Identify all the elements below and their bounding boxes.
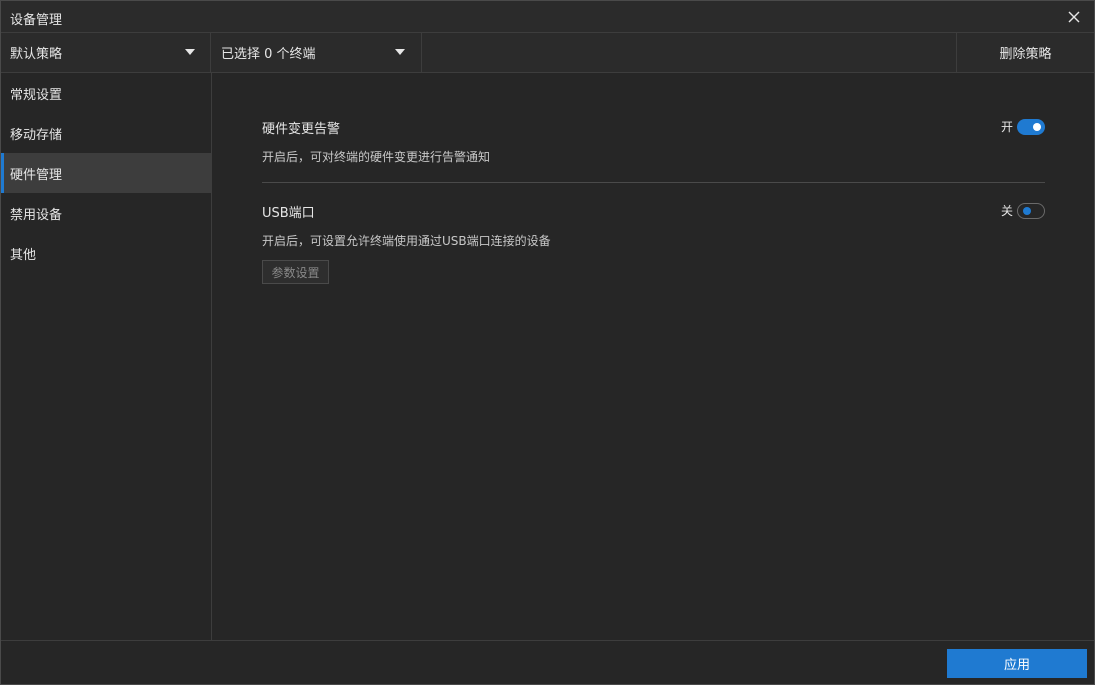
- usb-port-toggle-group: 关: [1001, 202, 1045, 219]
- close-button[interactable]: [1062, 5, 1086, 29]
- sidebar-item-removable-storage[interactable]: 移动存储: [1, 113, 211, 153]
- toolbar: 默认策略 已选择 0 个终端 删除策略: [1, 33, 1094, 73]
- policy-dropdown-value: 默认策略: [10, 47, 63, 62]
- device-management-window: 设备管理 默认策略 已选择 0 个终端 删除策略 常规设置 移动存储 硬件管理: [0, 0, 1095, 685]
- sidebar-item-label: 硬件管理: [10, 167, 63, 183]
- chevron-down-icon: [185, 49, 195, 55]
- parameter-settings-button[interactable]: 参数设置: [262, 260, 329, 284]
- sidebar-item-label: 移动存储: [10, 127, 63, 143]
- sidebar-item-disabled-devices[interactable]: 禁用设备: [1, 193, 211, 233]
- title-bar: 设备管理: [1, 1, 1094, 33]
- footer: 应用: [1, 640, 1094, 684]
- terminal-dropdown-value: 已选择 0 个终端: [221, 47, 316, 62]
- sidebar-item-general-settings[interactable]: 常规设置: [1, 73, 211, 113]
- policy-dropdown[interactable]: 默认策略: [1, 33, 211, 72]
- hardware-alert-toggle[interactable]: [1017, 118, 1045, 135]
- usb-port-toggle-label: 关: [1000, 204, 1013, 218]
- usb-port-title: USB端口: [262, 206, 315, 221]
- delete-policy-button[interactable]: 删除策略: [956, 33, 1094, 72]
- hardware-alert-description: 开启后，可对终端的硬件变更进行告警通知: [262, 150, 491, 164]
- sidebar-item-label: 其他: [10, 247, 37, 263]
- hardware-alert-toggle-label: 开: [1000, 120, 1013, 134]
- sidebar-item-label: 禁用设备: [10, 207, 63, 223]
- terminal-dropdown[interactable]: 已选择 0 个终端: [211, 33, 422, 72]
- sidebar: 常规设置 移动存储 硬件管理 禁用设备 其他: [1, 73, 212, 640]
- usb-port-section: USB端口 关 开启后，可设置允许终端使用通过USB端口连接的设备 参数设置: [262, 202, 1045, 292]
- sidebar-item-label: 常规设置: [10, 87, 63, 103]
- chevron-down-icon: [395, 49, 405, 55]
- sidebar-item-hardware-management[interactable]: 硬件管理: [1, 153, 211, 193]
- hardware-alert-section: 硬件变更告警 开 开启后，可对终端的硬件变更进行告警通知: [262, 118, 1045, 168]
- usb-port-description: 开启后，可设置允许终端使用通过USB端口连接的设备: [262, 234, 551, 248]
- sidebar-item-other[interactable]: 其他: [1, 233, 211, 273]
- section-divider: [262, 182, 1045, 183]
- close-icon: [1068, 11, 1080, 23]
- toggle-knob: [1023, 206, 1031, 215]
- usb-port-toggle[interactable]: [1017, 202, 1045, 219]
- hardware-alert-title: 硬件变更告警: [262, 122, 341, 137]
- apply-button[interactable]: 应用: [947, 649, 1087, 678]
- main-content: 硬件变更告警 开 开启后，可对终端的硬件变更进行告警通知 USB端口 关 开启后…: [212, 73, 1094, 640]
- window-title: 设备管理: [10, 13, 63, 28]
- hardware-alert-toggle-group: 开: [1001, 118, 1045, 135]
- toggle-knob: [1033, 122, 1041, 131]
